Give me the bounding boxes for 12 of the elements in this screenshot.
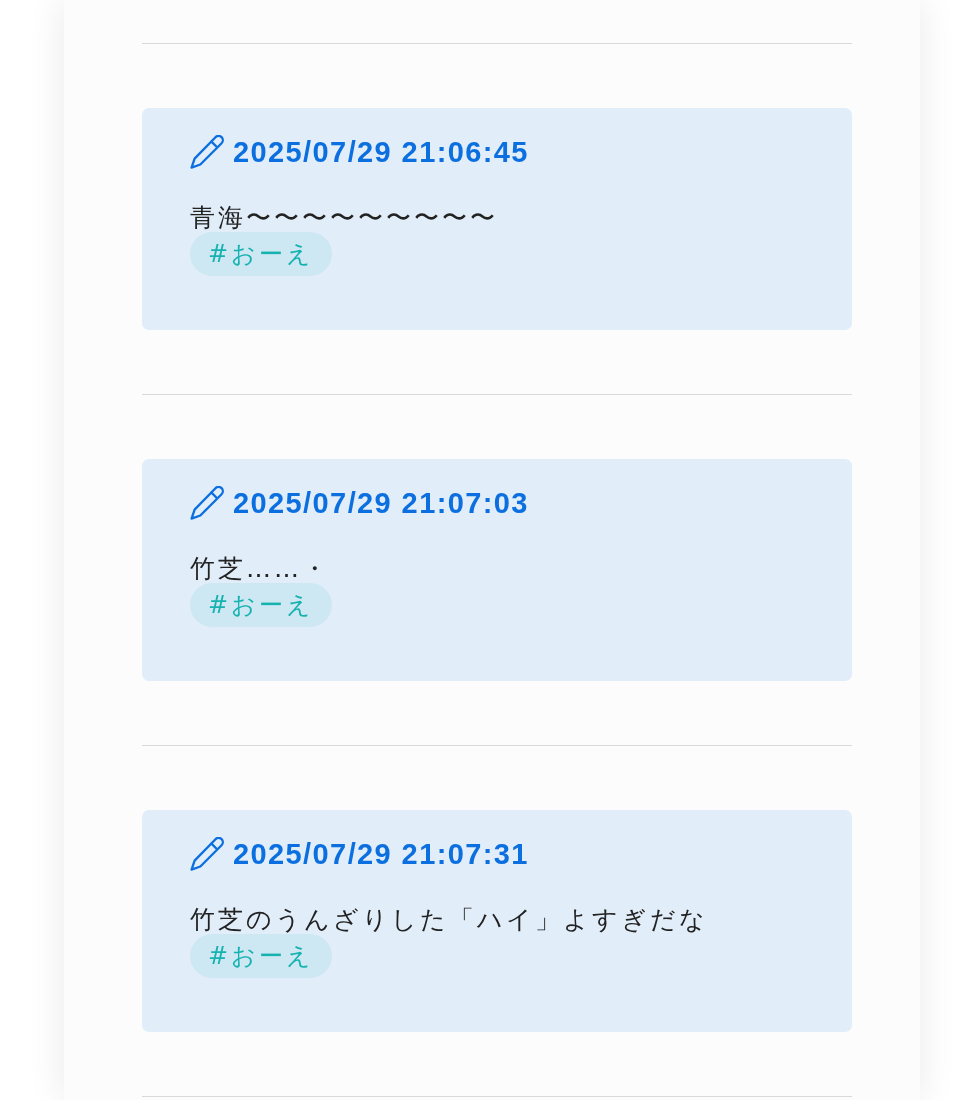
post-text: 竹芝……・ <box>190 554 331 583</box>
hashtag-link[interactable]: #おーえ <box>190 583 333 627</box>
post-timestamp: 2025/07/29 21:07:31 <box>233 837 529 872</box>
hashtag-link[interactable]: #おーえ <box>190 232 333 276</box>
post-text: 青海〜〜〜〜〜〜〜〜〜 <box>190 203 499 232</box>
post-timestamp: 2025/07/29 21:06:45 <box>233 135 529 170</box>
pencil-icon <box>190 135 224 169</box>
post-text: 竹芝のうんざりした「ハイ」よすぎだな <box>190 905 709 934</box>
pencil-icon <box>190 837 224 871</box>
hashtag-link[interactable]: #おーえ <box>190 934 333 978</box>
post-timestamp: 2025/07/29 21:07:03 <box>233 486 529 521</box>
pencil-icon <box>190 486 224 520</box>
